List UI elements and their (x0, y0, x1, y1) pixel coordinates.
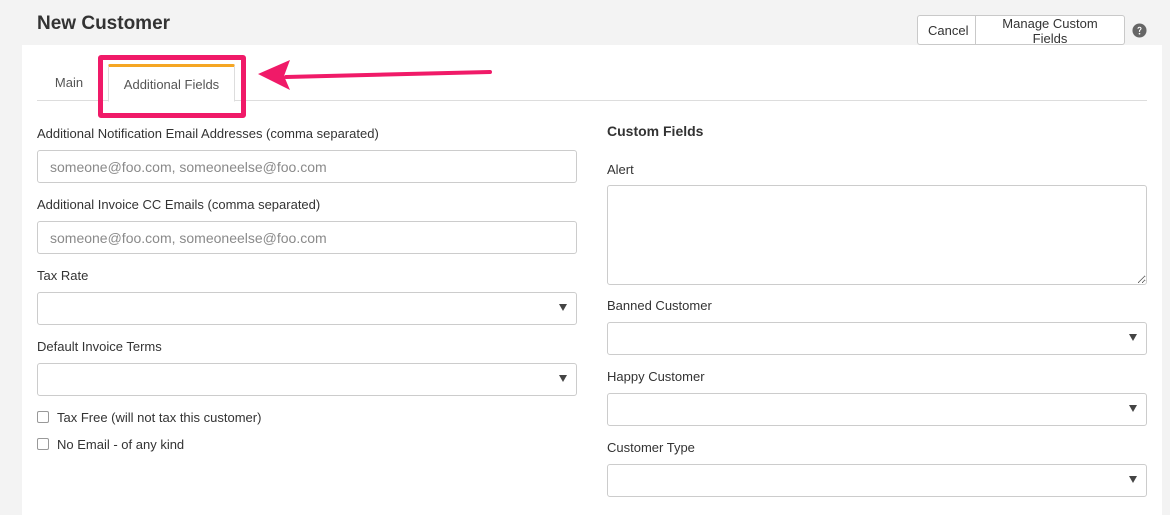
tab-bar: Main Additional Fields (37, 64, 1147, 102)
notification-emails-label: Additional Notification Email Addresses … (37, 126, 379, 141)
no-email-checkbox[interactable] (37, 438, 49, 450)
tax-free-checkbox[interactable] (37, 411, 49, 423)
happy-customer-select[interactable] (607, 393, 1147, 426)
header-actions: Cancel Manage Custom Fields (917, 15, 1125, 46)
default-invoice-terms-select[interactable] (37, 363, 577, 396)
caret-down-icon (1129, 334, 1137, 341)
no-email-label: No Email - of any kind (57, 437, 185, 452)
invoice-cc-emails-label: Additional Invoice CC Emails (comma sepa… (37, 197, 321, 212)
alert-textarea[interactable] (607, 185, 1147, 285)
tax-rate-label: Tax Rate (37, 268, 89, 283)
tab-main[interactable]: Main (41, 64, 97, 101)
caret-down-icon (559, 375, 567, 382)
caret-down-icon (559, 304, 567, 311)
manage-custom-fields-button[interactable]: Manage Custom Fields (976, 15, 1125, 46)
caret-down-icon (1129, 476, 1137, 483)
customer-type-select[interactable] (607, 464, 1147, 497)
tax-rate-select[interactable] (37, 292, 577, 325)
custom-fields-title: Custom Fields (607, 123, 704, 139)
invoice-cc-emails-input[interactable] (37, 221, 577, 254)
customer-type-label: Customer Type (607, 440, 695, 455)
tax-free-label: Tax Free (will not tax this customer) (57, 410, 262, 425)
banned-customer-select[interactable] (607, 322, 1147, 355)
question-circle-icon[interactable] (1132, 23, 1147, 38)
alert-label: Alert (607, 162, 634, 177)
banned-customer-label: Banned Customer (607, 298, 712, 313)
tab-additional-fields[interactable]: Additional Fields (108, 64, 235, 102)
default-invoice-terms-label: Default Invoice Terms (37, 339, 162, 354)
happy-customer-label: Happy Customer (607, 369, 705, 384)
caret-down-icon (1129, 405, 1137, 412)
page-title: New Customer (37, 13, 171, 34)
notification-emails-input[interactable] (37, 150, 577, 183)
cancel-button[interactable]: Cancel (917, 15, 976, 45)
